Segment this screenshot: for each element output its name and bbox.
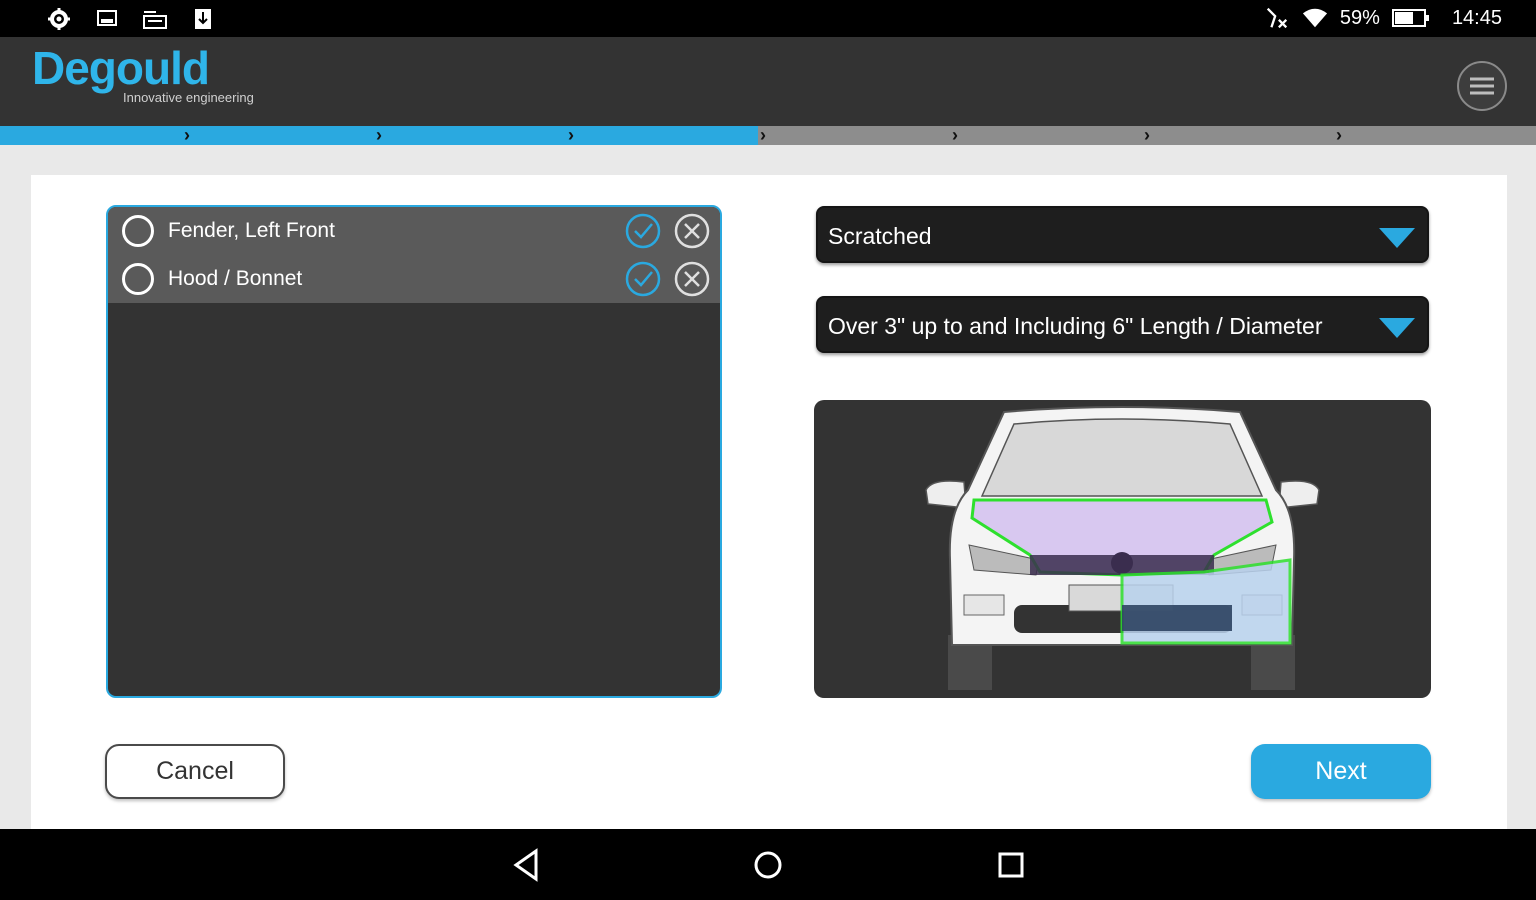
step-chevron-icon: ›	[1144, 125, 1150, 145]
remove-x-icon[interactable]	[673, 260, 711, 298]
step-chevron-icon: ›	[1336, 125, 1342, 145]
download-icon	[190, 7, 216, 31]
remove-x-icon[interactable]	[673, 212, 711, 250]
damage-size-value: Over 3" up to and Including 6" Length / …	[828, 313, 1323, 339]
battery-icon	[1391, 6, 1430, 30]
step-chevron-icon: ›	[376, 125, 382, 145]
step-chevron-icon: ›	[760, 125, 766, 145]
bluetooth-icon	[1264, 6, 1290, 30]
system-nav-bar	[0, 829, 1536, 900]
cancel-button[interactable]: Cancel	[105, 744, 285, 799]
list-item[interactable]: Hood / Bonnet	[108, 255, 720, 303]
step-chevron-icon: ›	[568, 125, 574, 145]
step-progress-bar: › › › › › › ›	[0, 125, 1536, 145]
damage-type-value: Scratched	[828, 223, 932, 249]
dropdown-arrow-icon	[1379, 228, 1415, 248]
damage-list: Fender, Left Front Hood / Bonnet	[106, 205, 722, 698]
dropdown-arrow-icon	[1379, 318, 1415, 338]
list-item-label: Fender, Left Front	[168, 219, 335, 242]
menu-button[interactable]	[1457, 61, 1507, 111]
app-screen: 59% 14:45 Degould Innovative engineering…	[0, 0, 1536, 900]
car-diagram-panel	[814, 400, 1431, 698]
logo-tagline: Innovative engineering	[123, 90, 254, 105]
list-item[interactable]: Fender, Left Front	[108, 207, 720, 255]
battery-percent: 59%	[1339, 6, 1380, 29]
card-icon	[142, 7, 168, 31]
home-icon[interactable]	[750, 847, 786, 883]
confirm-check-icon[interactable]	[624, 260, 662, 298]
wifi-icon	[1302, 6, 1328, 30]
logo: Degould	[32, 42, 210, 94]
hamburger-menu-icon	[1470, 77, 1494, 95]
car-front-diagram[interactable]	[814, 400, 1431, 698]
confirm-check-icon[interactable]	[624, 212, 662, 250]
list-item-label: Hood / Bonnet	[168, 267, 303, 290]
recents-icon[interactable]	[993, 847, 1029, 883]
app-header: Degould Innovative engineering	[0, 37, 1536, 126]
settings-icon	[46, 7, 72, 31]
radio-button[interactable]	[122, 263, 154, 295]
back-icon[interactable]	[508, 847, 544, 883]
screenshot-icon	[94, 7, 120, 31]
step-chevron-icon: ›	[184, 125, 190, 145]
status-bar-right: 59% 14:45	[1264, 6, 1502, 30]
radio-button[interactable]	[122, 215, 154, 247]
step-chevron-icon: ›	[952, 125, 958, 145]
next-button[interactable]: Next	[1251, 744, 1431, 799]
status-bar-left	[46, 7, 216, 31]
damage-type-dropdown[interactable]: Scratched	[816, 206, 1429, 263]
status-time: 14:45	[1451, 6, 1502, 29]
damage-size-dropdown[interactable]: Over 3" up to and Including 6" Length / …	[816, 296, 1429, 353]
status-bar: 59% 14:45	[0, 0, 1536, 37]
